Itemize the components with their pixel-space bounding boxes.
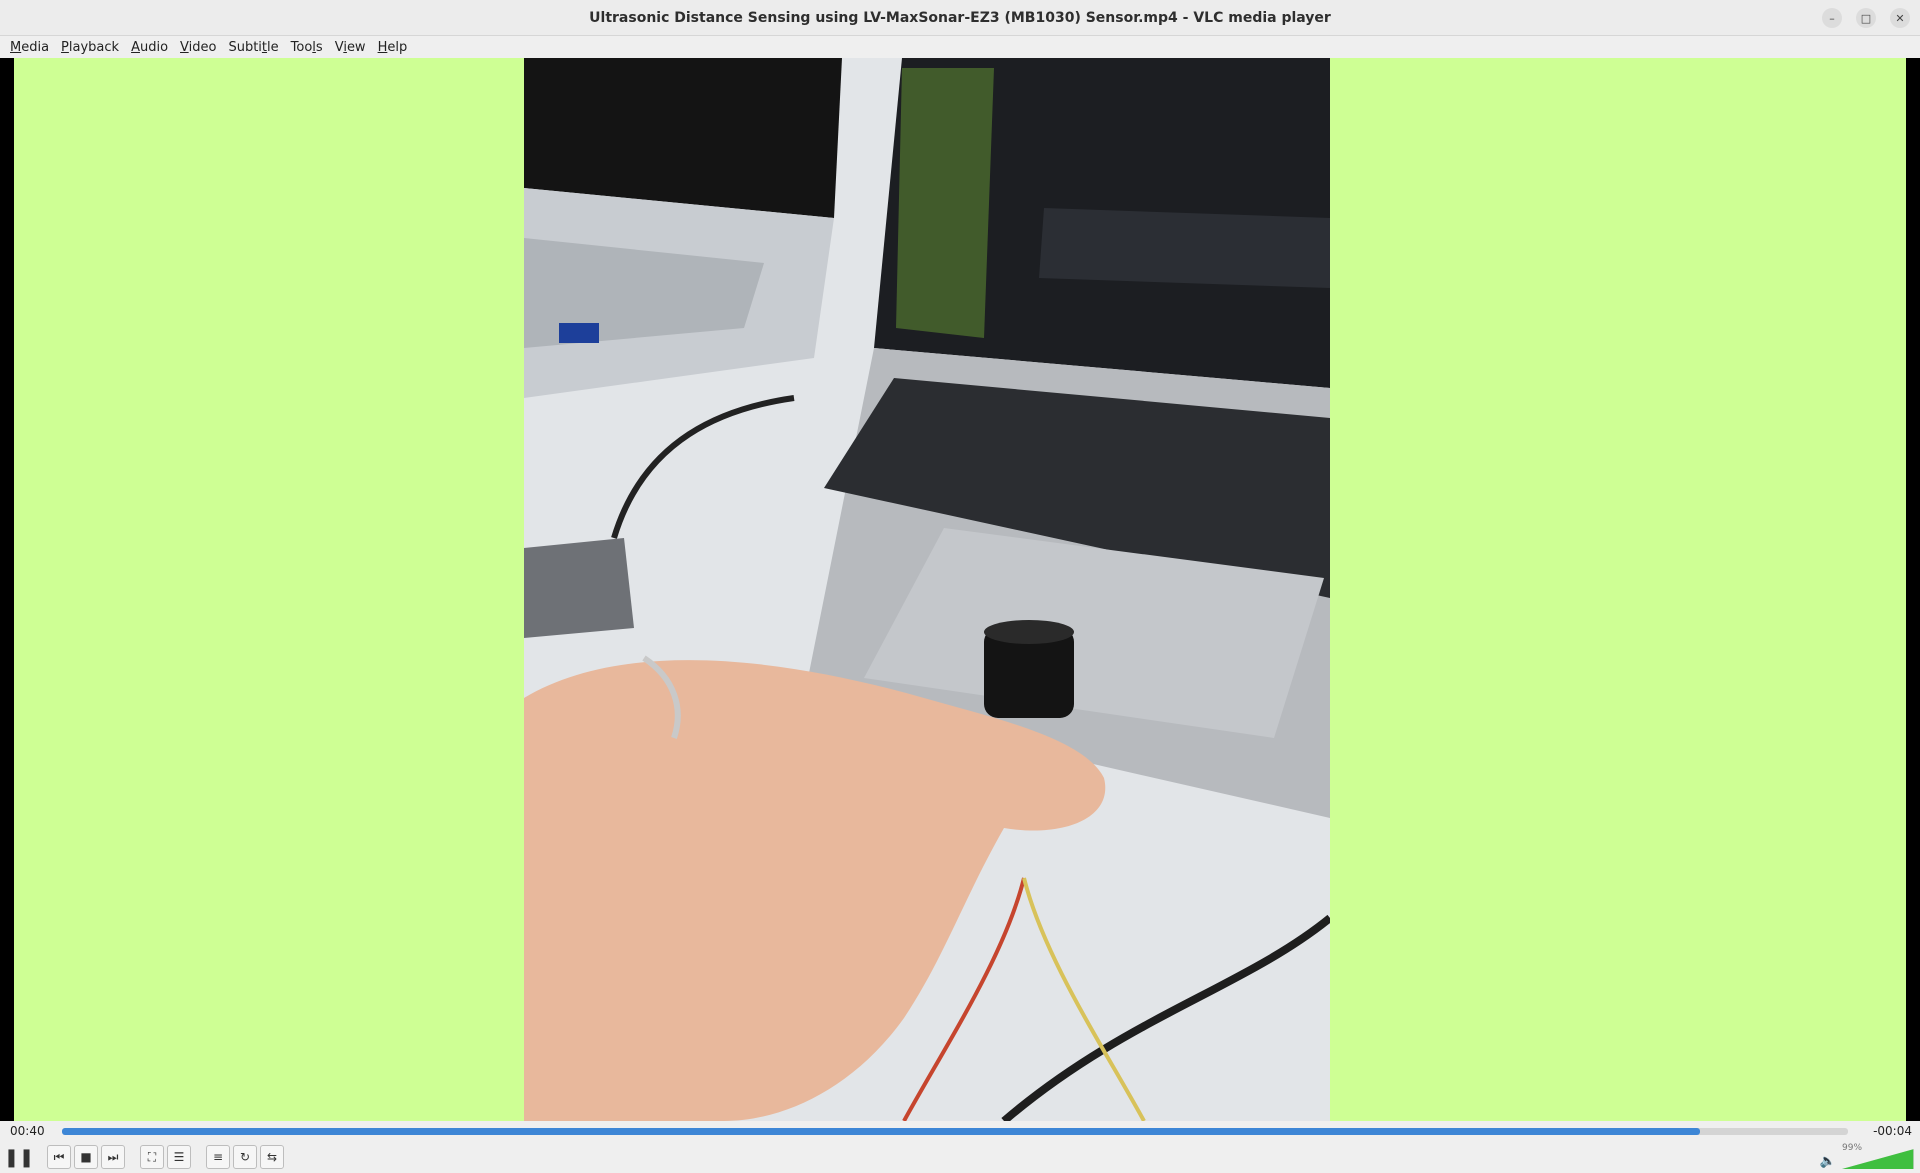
menu-audio[interactable]: Audio — [125, 40, 174, 55]
volume-slider[interactable]: 99% — [1842, 1143, 1914, 1169]
fullscreen-icon[interactable]: ⛶ — [140, 1145, 164, 1169]
menu-video[interactable]: Video — [174, 40, 222, 55]
volume-control: 🔈 99% — [1820, 1143, 1914, 1169]
seek-slider[interactable] — [62, 1127, 1848, 1135]
loop-icon[interactable]: ↻ — [233, 1145, 257, 1169]
shuffle-icon[interactable]: ⇆ — [260, 1145, 284, 1169]
extended-settings-icon[interactable]: ☰ — [167, 1145, 191, 1169]
maximize-icon[interactable]: □ — [1856, 8, 1876, 28]
menu-playback[interactable]: Playback — [55, 40, 125, 55]
window-title: Ultrasonic Distance Sensing using LV-Max… — [589, 9, 1331, 26]
title-bar: Ultrasonic Distance Sensing using LV-Max… — [0, 0, 1920, 36]
next-icon[interactable]: ⏭ — [101, 1145, 125, 1169]
menu-bar: Media Playback Audio Video Subtitle Tool… — [0, 36, 1920, 58]
video-canvas[interactable] — [14, 58, 1906, 1121]
pause-icon[interactable]: ❚❚ — [4, 1144, 34, 1170]
video-frame-image — [524, 58, 1330, 1121]
menu-media[interactable]: Media — [4, 40, 55, 55]
menu-tools[interactable]: Tools — [285, 40, 329, 55]
seek-progress — [62, 1127, 1700, 1135]
menu-help[interactable]: Help — [372, 40, 414, 55]
menu-subtitle[interactable]: Subtitle — [222, 40, 284, 55]
volume-bar — [1842, 1149, 1914, 1169]
elapsed-time: 00:40 — [10, 1124, 45, 1138]
stop-icon[interactable]: ■ — [74, 1145, 98, 1169]
remaining-time: -00:04 — [1873, 1124, 1912, 1138]
video-frame[interactable] — [524, 58, 1330, 1121]
menu-view[interactable]: View — [329, 40, 372, 55]
minimize-icon[interactable]: – — [1822, 8, 1842, 28]
control-bar: ❚❚ ⏮ ■ ⏭ ⛶ ☰ ≡ ↻ ⇆ 🔈 99% — [0, 1141, 1920, 1173]
window-controls: – □ ✕ — [1822, 8, 1910, 28]
video-area[interactable] — [0, 58, 1920, 1121]
close-icon[interactable]: ✕ — [1890, 8, 1910, 28]
speaker-icon[interactable]: 🔈 — [1820, 1154, 1836, 1169]
previous-icon[interactable]: ⏮ — [47, 1145, 71, 1169]
playlist-icon[interactable]: ≡ — [206, 1145, 230, 1169]
seek-row: 00:40 -00:04 — [0, 1121, 1920, 1141]
